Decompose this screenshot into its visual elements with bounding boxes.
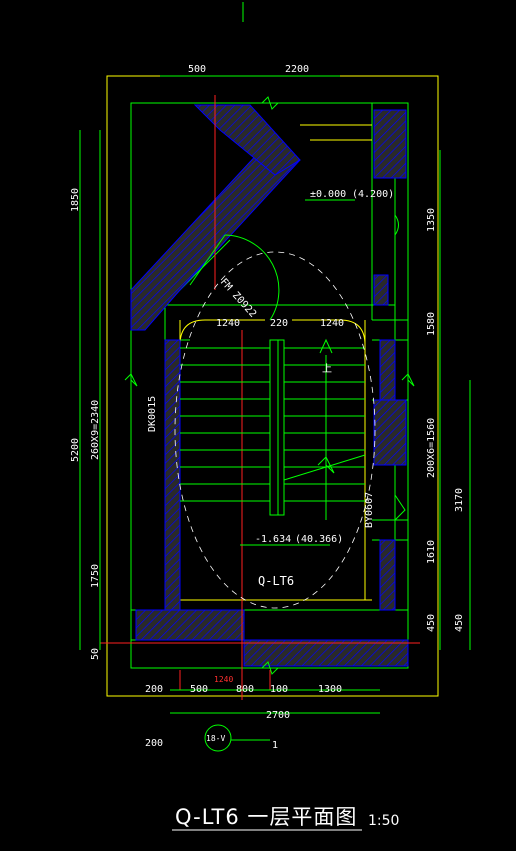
cad-floor-plan: 500 2200 200 500 800 100 1300 2700 200 1… xyxy=(70,2,471,831)
dim-right-outer-0: 3170 xyxy=(454,488,465,512)
dim-right-0: 1350 xyxy=(426,208,437,232)
dim-bottom-1: 500 xyxy=(190,684,208,695)
dim-left-2: 1750 xyxy=(90,564,101,588)
dim-left-3: 50 xyxy=(90,648,101,660)
dim-top-0: 500 xyxy=(188,64,206,75)
drawing-scale: 1:50 xyxy=(368,813,399,829)
dim-interior-1: 220 xyxy=(270,318,288,329)
title-block: Q-LT6 一层平面图 1:50 xyxy=(172,805,399,831)
section-mark: 1 xyxy=(272,740,278,751)
dim-bottom-2: 800 xyxy=(236,684,254,695)
dim-bottom-4: 1300 xyxy=(318,684,342,695)
stair-flights xyxy=(180,338,366,520)
dim-bottom-3: 100 xyxy=(270,684,288,695)
lower-level: -1.634 xyxy=(255,534,291,545)
dim-top-1: 2200 xyxy=(285,64,309,75)
drawing-title: Q-LT6 一层平面图 xyxy=(175,805,357,829)
dim-right-3: 1610 xyxy=(426,540,437,564)
dim-bottom-offset: 200 xyxy=(145,738,163,749)
dim-interior-2: 1240 xyxy=(320,318,344,329)
red-dim-0: 1240 xyxy=(214,675,233,684)
lower-level-note: (40.366) xyxy=(295,534,343,545)
dim-interior-0: 1240 xyxy=(216,318,240,329)
stair-label: Q-LT6 xyxy=(258,574,294,588)
dim-left-1: 5200 xyxy=(70,438,81,462)
door-label-by: BY0607 xyxy=(364,492,375,528)
direction-label: 上 xyxy=(322,363,332,375)
door-label-dk: DK0015 xyxy=(147,396,158,432)
dim-left-0: 1850 xyxy=(70,188,81,212)
axis-tag: 18-V 1 xyxy=(204,724,278,752)
upper-level: ±0.000 xyxy=(310,189,346,200)
dim-bottom-0: 200 xyxy=(145,684,163,695)
dim-bottom-total: 2700 xyxy=(266,710,290,721)
dim-right-outer-1: 450 xyxy=(454,614,465,632)
dim-right-2: 200X6=1560 xyxy=(426,418,437,478)
upper-level-note: (4.200) xyxy=(352,189,394,200)
axis-tag-text: 18-V xyxy=(206,734,225,743)
dim-right-4: 450 xyxy=(426,614,437,632)
dim-left-inner: 260X9=2340 xyxy=(90,400,101,460)
dim-right-1: 1580 xyxy=(426,312,437,336)
door-label-fm: FM Z0922 xyxy=(218,277,258,320)
door-swings xyxy=(189,214,406,521)
